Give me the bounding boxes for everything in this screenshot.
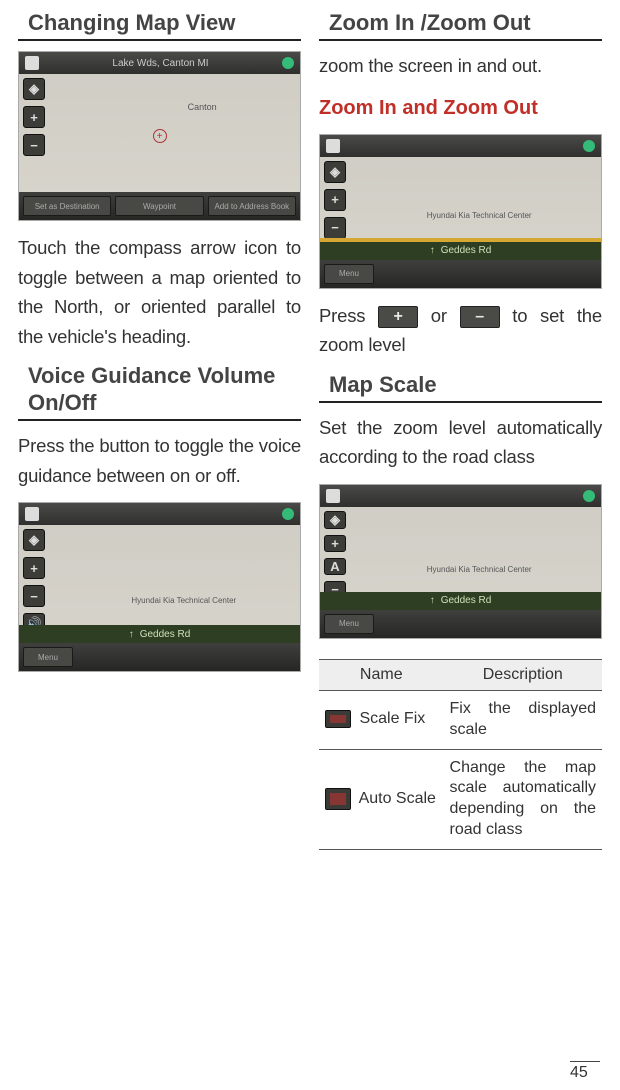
- cell-desc: Fix the displayed scale: [444, 690, 602, 749]
- street-strip: ↑ Geddes Rd: [320, 592, 601, 610]
- compass-icon: ◈: [23, 529, 45, 551]
- manual-page: Changing Map View Lake Wds, Canton MI ◈ …: [0, 0, 620, 1090]
- screenshot-top-label: Lake Wds, Canton MI: [112, 58, 208, 69]
- scale-icon: A: [324, 558, 346, 575]
- cell-name-label: Scale Fix: [359, 710, 425, 727]
- right-column: Zoom In /Zoom Out zoom the screen in and…: [319, 10, 602, 1090]
- screenshot-bottombar: Menu: [320, 610, 601, 638]
- plus-icon: +: [324, 189, 346, 211]
- screenshot-topbar: [320, 485, 601, 507]
- street-label: Geddes Rd: [441, 595, 492, 606]
- menu-button: Menu: [23, 647, 73, 667]
- cell-desc: Change the map scale automatically depen…: [444, 749, 602, 849]
- screenshot-map-view: Lake Wds, Canton MI ◈ + − + Canton Set a…: [18, 51, 301, 221]
- map-center-label: Hyundai Kia Technical Center: [131, 596, 236, 605]
- heading-zoom: Zoom In /Zoom Out: [319, 10, 602, 41]
- menu-button: Menu: [324, 614, 374, 634]
- press-text-pre: Press: [319, 305, 378, 326]
- heading-changing-map-view: Changing Map View: [18, 10, 301, 41]
- minus-key-icon: –: [460, 306, 500, 328]
- plus-icon: +: [23, 557, 45, 579]
- body-changing-map-view: Touch the compass arrow icon to toggle b…: [18, 233, 301, 351]
- add-addressbook-button: Add to Address Book: [208, 196, 296, 216]
- table-row: Scale Fix Fix the displayed scale: [319, 690, 602, 749]
- waypoint-button: Waypoint: [115, 196, 203, 216]
- screenshot-bottombar: Menu: [19, 643, 300, 671]
- home-icon: [326, 489, 340, 503]
- cell-name: Auto Scale: [319, 749, 444, 849]
- compass-icon: ◈: [324, 511, 346, 529]
- subhead-zoom-red: Zoom In and Zoom Out: [319, 97, 602, 120]
- screenshot-map-scale: ◈ + A − 🔊 Hyundai Kia Technical Center ↑…: [319, 484, 602, 639]
- minus-icon: −: [324, 217, 346, 239]
- gps-icon: [282, 508, 294, 520]
- page-number: 45: [570, 1061, 600, 1082]
- gps-icon: [282, 57, 294, 69]
- street-label: Geddes Rd: [441, 245, 492, 256]
- gps-icon: [583, 490, 595, 502]
- street-strip: ↑ Geddes Rd: [320, 242, 601, 260]
- screenshot-voice: ◈ + − 🔊 Hyundai Kia Technical Center ↑ G…: [18, 502, 301, 672]
- gps-icon: [583, 140, 595, 152]
- screenshot-topbar: [320, 135, 601, 157]
- screenshot-bottombar: Set as Destination Waypoint Add to Addre…: [19, 192, 300, 220]
- body-map-scale: Set the zoom level automatically accordi…: [319, 413, 602, 472]
- minus-icon: −: [23, 585, 45, 607]
- menu-button: Menu: [324, 264, 374, 284]
- map-pin-icon: +: [153, 129, 167, 143]
- set-destination-button: Set as Destination: [23, 196, 111, 216]
- screenshot-side-icons: ◈ + −: [23, 78, 45, 194]
- screenshot-topbar: [19, 503, 300, 525]
- home-icon: [25, 56, 39, 70]
- plus-icon: +: [324, 535, 346, 552]
- screenshot-topbar: Lake Wds, Canton MI: [19, 52, 300, 74]
- map-scale-table: Name Description Scale Fix Fix the displ…: [319, 659, 602, 850]
- street-arrow-icon: ↑: [430, 595, 435, 606]
- th-name: Name: [319, 659, 444, 690]
- heading-voice-guidance: Voice Guidance Volume On/Off: [18, 363, 301, 421]
- street-label: Geddes Rd: [140, 629, 191, 640]
- heading-map-scale: Map Scale: [319, 372, 602, 403]
- auto-scale-icon: [325, 788, 351, 810]
- th-description: Description: [444, 659, 602, 690]
- body-zoom-press: Press + or – to set the zoom level: [319, 301, 602, 360]
- compass-icon: ◈: [324, 161, 346, 183]
- press-text-or: or: [431, 305, 460, 326]
- body-voice-guidance: Press the button to toggle the voice gui…: [18, 431, 301, 490]
- plus-key-icon: +: [378, 306, 418, 328]
- home-icon: [326, 139, 340, 153]
- street-arrow-icon: ↑: [129, 629, 134, 640]
- screenshot-zoom: ◈ + − Hyundai Kia Technical Center ↑ Ged…: [319, 134, 602, 289]
- home-icon: [25, 507, 39, 521]
- body-zoom-intro: zoom the screen in and out.: [319, 51, 602, 81]
- left-column: Changing Map View Lake Wds, Canton MI ◈ …: [18, 10, 301, 1090]
- screenshot-bottombar: Menu: [320, 260, 601, 288]
- cell-name-label: Auto Scale: [359, 790, 436, 807]
- compass-icon: ◈: [23, 78, 45, 100]
- minus-icon: −: [23, 134, 45, 156]
- table-row: Auto Scale Change the map scale automati…: [319, 749, 602, 849]
- street-strip: ↑ Geddes Rd: [19, 625, 300, 643]
- cell-name: Scale Fix: [319, 690, 444, 749]
- map-center-label: Hyundai Kia Technical Center: [427, 211, 532, 220]
- map-center-label: Hyundai Kia Technical Center: [427, 565, 532, 574]
- map-text-label: Canton: [188, 102, 217, 112]
- street-arrow-icon: ↑: [430, 245, 435, 256]
- scale-fix-icon: [325, 710, 351, 728]
- plus-icon: +: [23, 106, 45, 128]
